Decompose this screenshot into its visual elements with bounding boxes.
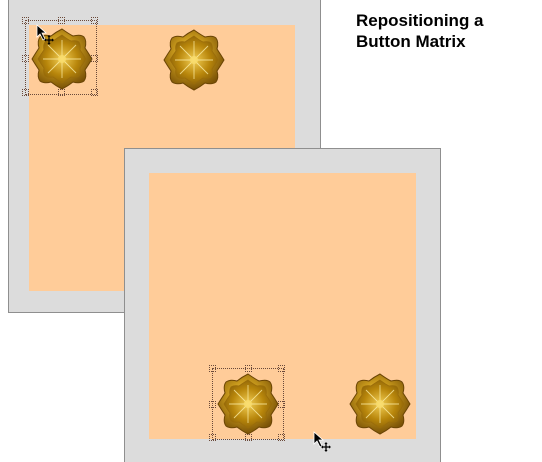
figure-title-line-2: Button Matrix (356, 32, 466, 51)
matrix-button[interactable] (347, 371, 413, 437)
selection-handle[interactable] (91, 89, 98, 96)
selection-handle[interactable] (245, 434, 252, 441)
selection-handle[interactable] (22, 17, 29, 24)
selection-handle[interactable] (91, 17, 98, 24)
move-pointer-cursor-icon (313, 431, 331, 452)
figure-title: Repositioning a Button Matrix (356, 10, 484, 52)
selection-handle[interactable] (278, 365, 285, 372)
selection-handle[interactable] (91, 55, 98, 62)
selection-handle[interactable] (58, 89, 65, 96)
move-pointer-cursor-icon (36, 24, 54, 45)
selection-handle[interactable] (58, 17, 65, 24)
selection-handle[interactable] (278, 434, 285, 441)
selection-handle[interactable] (278, 401, 285, 408)
selection-box[interactable] (209, 365, 285, 441)
selection-handle[interactable] (22, 55, 29, 62)
selection-handle[interactable] (245, 365, 252, 372)
gold-star-flower-icon (349, 373, 411, 435)
figure-title-line-1: Repositioning a (356, 11, 484, 30)
selection-handle[interactable] (209, 365, 216, 372)
selection-handle[interactable] (209, 401, 216, 408)
gold-star-flower-icon (163, 29, 225, 91)
selection-handle[interactable] (209, 434, 216, 441)
selection-handle[interactable] (22, 89, 29, 96)
matrix-button[interactable] (161, 27, 227, 93)
